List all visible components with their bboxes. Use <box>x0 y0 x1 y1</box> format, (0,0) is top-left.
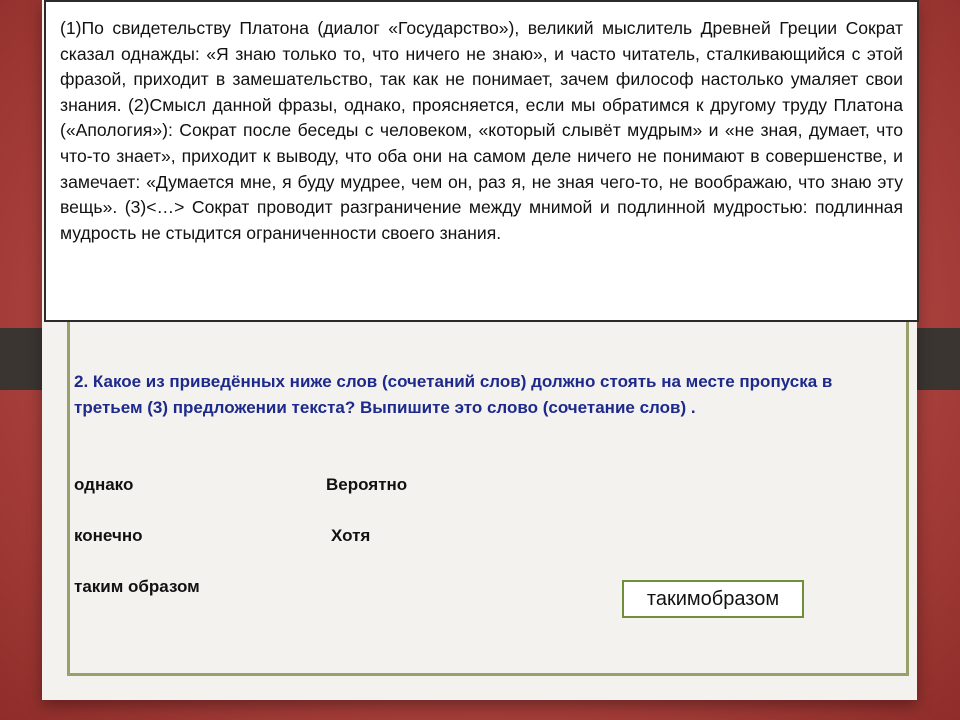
option-5: таким образом <box>74 577 200 596</box>
option-4: Хотя <box>331 526 371 545</box>
question-text: 2. Какое из приведённых ниже слов (сочет… <box>74 372 833 417</box>
question-frame <box>67 300 909 676</box>
passage-text: (1)По свидетельству Платона (диалог «Гос… <box>60 18 903 243</box>
option-2: Вероятно <box>326 475 408 494</box>
answer-box: такимобразом <box>622 580 804 618</box>
option-1: однако <box>74 475 134 494</box>
passage-box: (1)По свидетельству Платона (диалог «Гос… <box>44 0 919 322</box>
option-3: конечно <box>74 526 143 545</box>
